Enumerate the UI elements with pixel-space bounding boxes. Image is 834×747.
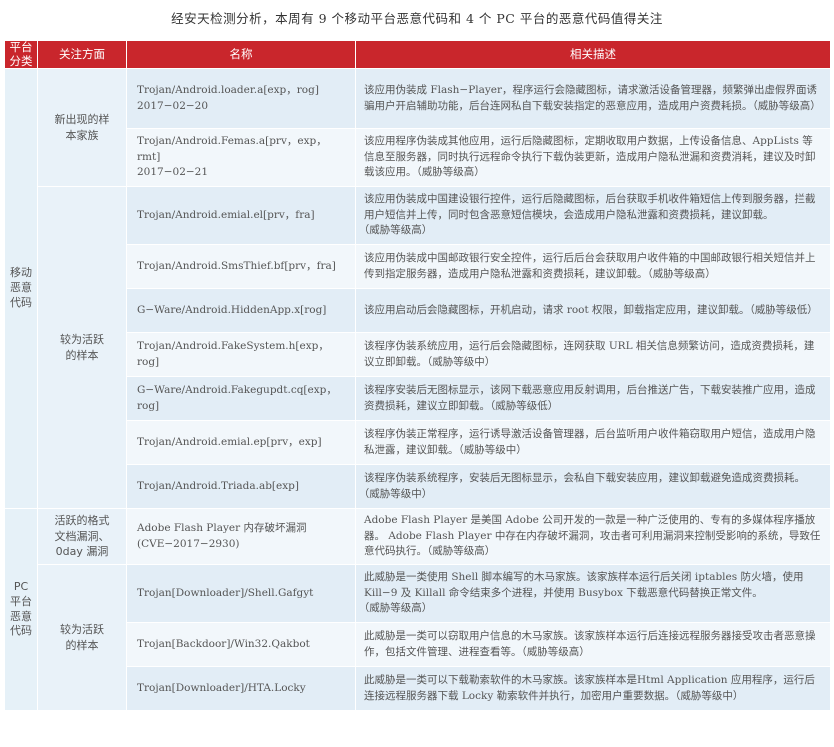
- threat-level: （威胁等级高）: [416, 166, 485, 179]
- malware-description: 该应用程序伪装成其他应用，运行后隐藏图标，定期收取用户数据，上传设备信息、App…: [355, 128, 831, 187]
- table-row: Trojan[Downloader]/HTA.Locky 此威胁是一类可以下载勒…: [5, 666, 831, 711]
- table-row: Trojan/Android.emial.ep[prv，exp] 该程序伪装正常…: [5, 420, 831, 465]
- threat-level: （威胁等级高）: [364, 224, 433, 237]
- malware-name: Trojan/Android.emial.ep[prv，exp]: [126, 420, 356, 465]
- header-platform: 平台 分类: [4, 40, 38, 69]
- threat-level: （威胁等级中）: [427, 355, 496, 368]
- malware-description: 该应用伪装成中国邮政银行安全控件，运行后后台会获取用户收件箱的中国邮政银行相关短…: [355, 244, 831, 289]
- malware-description: 此威胁是一类使用 Shell 脚本编写的木马家族。该家族样本运行后关闭 ipta…: [355, 564, 831, 623]
- focus-vulnerabilities: 活跃的格式 文档漏洞、 0day 漏洞: [37, 508, 127, 565]
- focus-active-samples: 较为活跃 的样本: [37, 186, 127, 509]
- vulnerability-name: Adobe Flash Player 内存破坏漏洞 (CVE−2017−2930…: [126, 508, 356, 565]
- malware-name: Trojan/Android.emial.el[prv，fra]: [126, 186, 356, 245]
- malware-name: Trojan[Downloader]/HTA.Locky: [126, 666, 356, 711]
- malware-name: G−Ware/Android.HiddenApp.x[rog]: [126, 288, 356, 333]
- header-description: 相关描述: [355, 40, 831, 69]
- table-header-row: 平台 分类 关注方面 名称 相关描述: [4, 40, 831, 69]
- table-row: 移动 恶意 代码 新出现的样 本家族 Trojan/Android.loader…: [4, 68, 831, 509]
- threat-level: （威胁等级高）: [752, 99, 821, 112]
- category-mobile: 移动 恶意 代码: [4, 68, 38, 509]
- malware-description: 该应用启动后会隐藏图标，开机启动，请求 root 权限，卸载指定应用，建议卸载。…: [355, 288, 831, 333]
- table-row: Trojan[Backdoor]/Win32.Qakbot 此威胁是一类可以窃取…: [5, 622, 831, 667]
- malware-table: 平台 分类 关注方面 名称 相关描述 移动 恶意 代码 新出现的样 本家族 Tr…: [4, 40, 831, 711]
- table-row: G−Ware/Android.HiddenApp.x[rog] 该应用启动后会隐…: [5, 288, 831, 333]
- malware-description: 该程序伪装正常程序，运行诱导激活设备管理器，后台监听用户收件箱窃取用户短信，造成…: [355, 420, 831, 465]
- malware-description: 该程序伪装系统程序，安装后无图标显示，会私自下载安装应用，建议卸载避免造成资费损…: [355, 464, 831, 509]
- malware-description: 此威胁是一类可以窃取用户信息的木马家族。该家族样本运行后连接远程服务器接受攻击者…: [355, 622, 831, 667]
- threat-level: （威胁等级中）: [458, 443, 527, 456]
- malware-name: Trojan/Android.loader.a[exp，rog] 2017−02…: [126, 68, 356, 129]
- table-caption: 经安天检测分析，本周有 9 个移动平台恶意代码和 4 个 PC 平台的恶意代码值…: [171, 11, 663, 26]
- focus-new-family: 新出现的样 本家族: [37, 68, 127, 187]
- malware-name: Trojan/Android.Femas.a[prv，exp，rmt] 2017…: [126, 128, 356, 187]
- table-row: G−Ware/Android.Fakegupdt.cq[exp，rog] 该程序…: [5, 376, 831, 421]
- malware-description: 该应用伪装成 Flash−Player，程序运行会隐藏图标，请求激活设备管理器，…: [355, 68, 831, 129]
- threat-level: （威胁等级中）: [675, 689, 744, 702]
- table-row: Trojan/Android.Triada.ab[exp] 该程序伪装系统程序，…: [5, 464, 831, 509]
- category-pc: PC 平台 恶意 代码: [4, 508, 38, 711]
- threat-level: （威胁等级中）: [364, 487, 433, 500]
- malware-name: G−Ware/Android.Fakegupdt.cq[exp，rog]: [126, 376, 356, 421]
- table-row: Trojan/Android.Femas.a[prv，exp，rmt] 2017…: [5, 128, 831, 187]
- threat-level: （威胁等级高）: [521, 645, 590, 658]
- table-row: Trojan/Android.SmsThief.bf[prv，fra] 该应用伪…: [5, 244, 831, 289]
- malware-name: Trojan/Android.Triada.ab[exp]: [126, 464, 356, 509]
- vulnerability-description: Adobe Flash Player 是美国 Adobe 公司开发的一款是一种广…: [355, 508, 831, 565]
- table-row: 较为活跃 的样本 Trojan[Downloader]/Shell.Gafgyt…: [5, 564, 831, 711]
- table-row: Trojan/Android.FakeSystem.h[exp，rog] 该程序…: [5, 332, 831, 377]
- threat-level: （威胁等级高）: [647, 267, 716, 280]
- threat-level: （威胁等级低）: [490, 399, 559, 412]
- malware-name: Trojan/Android.SmsThief.bf[prv，fra]: [126, 244, 356, 289]
- focus-pc-active-samples: 较为活跃 的样本: [37, 564, 127, 711]
- malware-description: 该程序安装后无图标显示，该网下载恶意应用反射调用，后台推送广告，下载安装推广应用…: [355, 376, 831, 421]
- malware-description: 该应用伪装成中国建设银行控件，运行后隐藏图标，后台获取手机收件箱短信上传到服务器…: [355, 186, 831, 245]
- malware-name: Trojan[Downloader]/Shell.Gafgyt: [126, 564, 356, 623]
- table-row: PC 平台 恶意 代码 活跃的格式 文档漏洞、 0day 漏洞 Adobe Fl…: [4, 508, 831, 711]
- malware-description: 此威胁是一类可以下载勒索软件的木马家族。该家族样本是Html Applicati…: [355, 666, 831, 711]
- threat-level: （威胁等级低）: [749, 303, 818, 316]
- malware-description: 该程序伪装系统应用，运行后会隐藏图标，连网获取 URL 相关信息频繁访问，造成资…: [355, 332, 831, 377]
- header-name: 名称: [126, 40, 356, 69]
- header-focus: 关注方面: [37, 40, 127, 69]
- threat-level: （威胁等级高）: [364, 602, 433, 615]
- malware-name: Trojan[Backdoor]/Win32.Qakbot: [126, 622, 356, 667]
- threat-level: （威胁等级高）: [427, 545, 496, 558]
- malware-name: Trojan/Android.FakeSystem.h[exp，rog]: [126, 332, 356, 377]
- table-row: 较为活跃 的样本 Trojan/Android.emial.el[prv，fra…: [5, 186, 831, 509]
